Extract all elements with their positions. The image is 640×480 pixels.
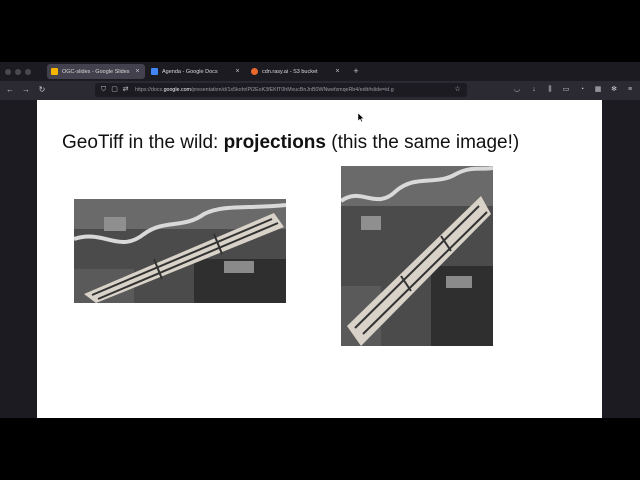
slide-canvas: GeoTiff in the wild: projections (this t…: [37, 100, 602, 418]
forward-arrow-icon[interactable]: →: [20, 84, 32, 96]
new-tab-button[interactable]: +: [351, 65, 361, 77]
url-text[interactable]: https://docs.google.com/presentation/d/1…: [135, 86, 447, 95]
s3-bucket-icon: [251, 68, 258, 75]
downloads-icon[interactable]: ↓: [529, 85, 539, 95]
airport-image-projection-b: [341, 166, 493, 346]
google-slides-icon: [51, 68, 58, 75]
zoom-window-button[interactable]: [25, 69, 31, 75]
navigation-bar: ← → ↻ ⛉ ▢ ⇄ https://docs.google.com/pres…: [0, 81, 640, 100]
address-bar[interactable]: ⛉ ▢ ⇄ https://docs.google.com/presentati…: [95, 83, 467, 97]
permissions-icon[interactable]: ⇄: [121, 85, 130, 95]
close-window-button[interactable]: [5, 69, 11, 75]
reload-icon[interactable]: ↻: [36, 84, 48, 96]
browser-window: OGC-slides - Google Slides × Agenda - Go…: [0, 62, 640, 418]
lock-icon[interactable]: ▢: [110, 85, 119, 95]
bookmark-star-icon[interactable]: ☆: [453, 85, 462, 95]
extension-puzzle-icon[interactable]: ✻: [609, 85, 619, 95]
airport-image-projection-a: [74, 199, 286, 303]
mouse-cursor-icon: [358, 113, 364, 122]
aerial-photo-icon: [341, 166, 493, 346]
minimize-window-button[interactable]: [15, 69, 21, 75]
library-icon[interactable]: ⫼: [545, 85, 555, 95]
back-arrow-icon[interactable]: ←: [4, 84, 16, 96]
aerial-photo-icon: [74, 199, 286, 303]
sidebar-icon[interactable]: ▭: [561, 85, 571, 95]
shield-icon[interactable]: ⛉: [99, 85, 108, 95]
tab-label: Agenda - Google Docs: [162, 68, 218, 75]
google-docs-icon: [151, 68, 158, 75]
tab-label: OGC-slides - Google Slides: [62, 68, 130, 75]
account-icon[interactable]: ◔: [577, 85, 587, 95]
close-icon[interactable]: ×: [234, 68, 241, 75]
tab-s3-bucket[interactable]: cdn.rasy.ai - S3 bucket ×: [247, 64, 345, 79]
tab-strip: OGC-slides - Google Slides × Agenda - Go…: [0, 62, 640, 81]
extensions-grid-icon[interactable]: ▦: [593, 85, 603, 95]
tab-label: cdn.rasy.ai - S3 bucket: [262, 68, 318, 75]
slide-title: GeoTiff in the wild: projections (this t…: [62, 132, 520, 153]
menu-icon[interactable]: ≡: [625, 85, 635, 95]
close-icon[interactable]: ×: [334, 68, 341, 75]
pocket-icon[interactable]: ◡: [512, 85, 522, 95]
tab-ogc-slides[interactable]: OGC-slides - Google Slides ×: [47, 64, 145, 79]
close-icon[interactable]: ×: [134, 68, 141, 75]
tab-agenda[interactable]: Agenda - Google Docs ×: [147, 64, 245, 79]
